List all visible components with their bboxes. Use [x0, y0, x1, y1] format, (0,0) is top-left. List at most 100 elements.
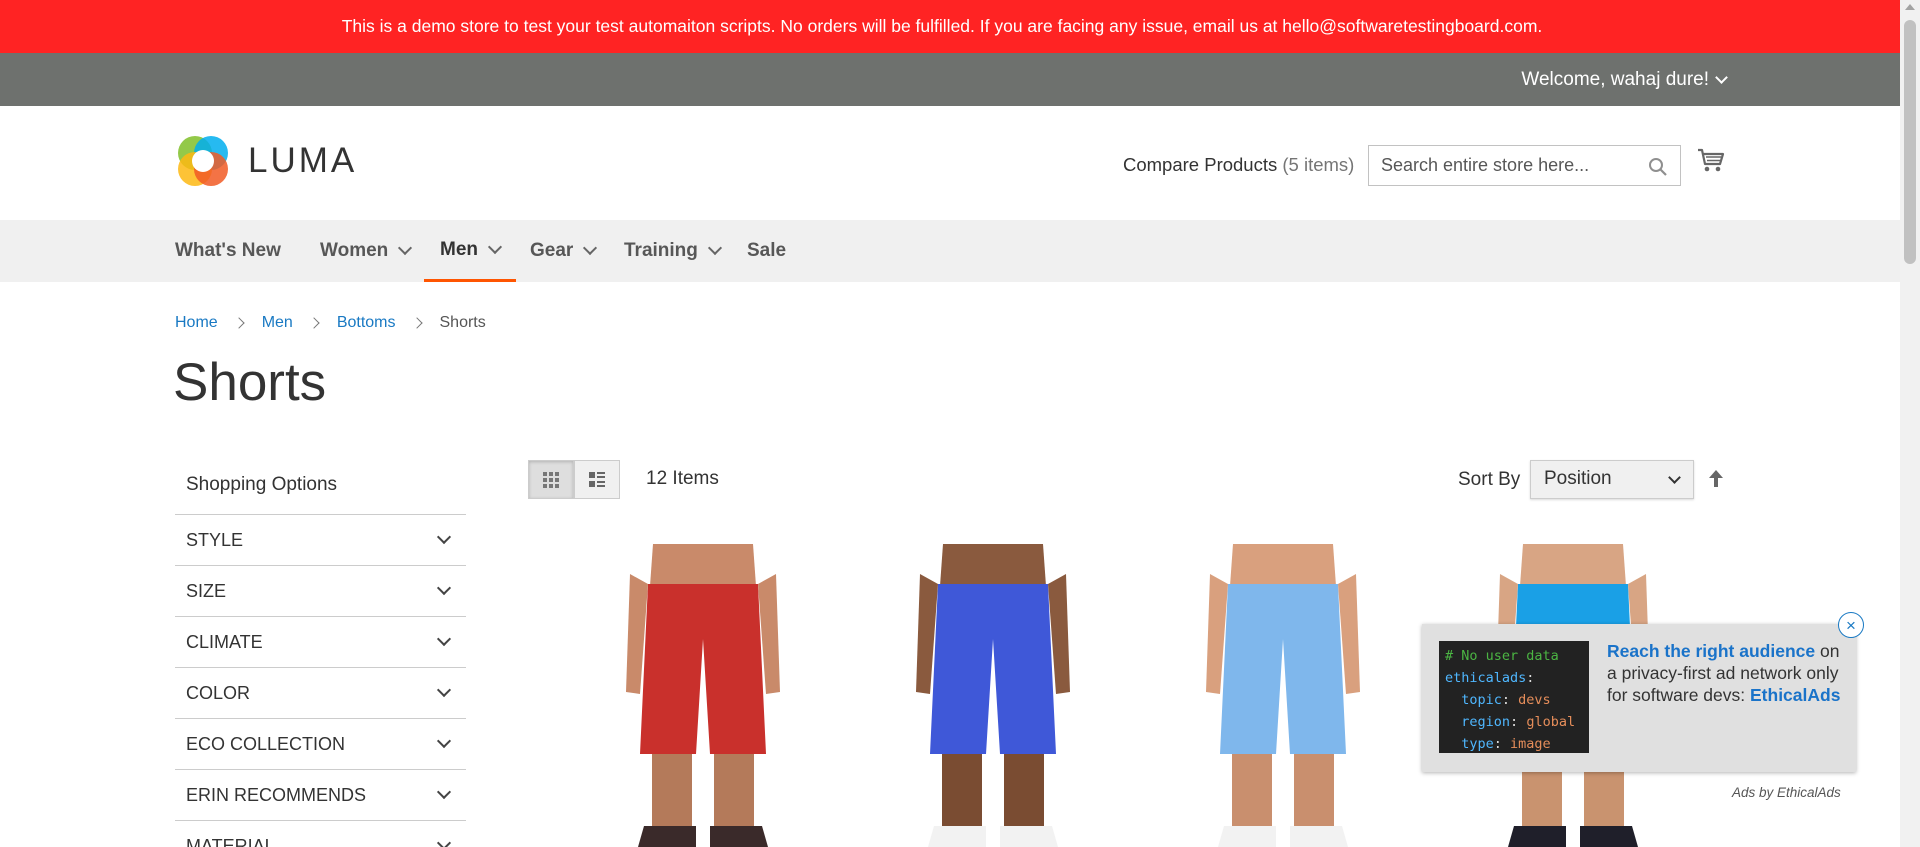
product-image[interactable] — [578, 544, 828, 847]
ethicalads-banner: # No user data ethicalads: topic: devs r… — [1422, 612, 1864, 772]
product-item[interactable] — [1158, 544, 1408, 847]
nav-item-label: Gear — [530, 240, 574, 261]
luma-logo-icon — [178, 136, 228, 186]
ad-brand-link[interactable]: EthicalAds — [1750, 685, 1840, 705]
torso — [650, 544, 756, 586]
welcome-menu[interactable]: Welcome, wahaj dure! — [1521, 68, 1728, 91]
ads-by-ethicalads-link[interactable]: Ads by EthicalAds — [1732, 785, 1841, 800]
demo-notice-text: This is a demo store to test your test a… — [341, 16, 1543, 36]
filter-erin-recommends[interactable]: ERIN RECOMMENDS — [175, 770, 466, 821]
header-panel: Welcome, wahaj dure! — [0, 53, 1920, 106]
ad-headline-link[interactable]: Reach the right audience — [1607, 641, 1815, 661]
breadcrumb: Home Men Bottoms Shorts — [175, 314, 486, 332]
filter-size[interactable]: SIZE — [175, 566, 466, 617]
welcome-text: Welcome, wahaj dure! — [1521, 68, 1709, 90]
page-title: Shorts — [173, 353, 327, 412]
filter-eco-collection[interactable]: ECO COLLECTION — [175, 719, 466, 770]
logo-link[interactable]: LUMA — [175, 133, 357, 189]
ad-on: on — [1815, 641, 1840, 661]
cart-icon — [1698, 148, 1725, 172]
breadcrumb-men[interactable]: Men — [262, 314, 293, 332]
compare-count: (5 items) — [1282, 154, 1355, 175]
filter-label: SIZE — [186, 580, 227, 601]
sort-direction-icon[interactable] — [1708, 469, 1724, 489]
chevron-down-icon — [1668, 471, 1681, 484]
search-icon[interactable] — [1648, 157, 1668, 177]
sort-by-select[interactable]: Position — [1530, 460, 1694, 499]
filter-label: ECO COLLECTION — [186, 733, 346, 754]
nav-item-label: Women — [320, 240, 389, 261]
nav-item-label: Sale — [747, 240, 787, 261]
product-item[interactable] — [868, 544, 1118, 847]
nav-item-label: Training — [624, 240, 698, 261]
ad-code-value: global — [1526, 714, 1576, 730]
search-box — [1368, 145, 1681, 186]
nav-item-training[interactable]: Training — [624, 220, 722, 282]
nav-item-whats-new[interactable]: What's New — [175, 220, 281, 282]
filter-label: ERIN RECOMMENDS — [186, 784, 367, 805]
filter-color[interactable]: COLOR — [175, 668, 466, 719]
product-image[interactable] — [1158, 544, 1408, 847]
ad-image[interactable]: # No user data ethicalads: topic: devs r… — [1439, 641, 1589, 753]
sort-by-label: Sort By — [1458, 469, 1521, 490]
filter-label: CLIMATE — [186, 631, 263, 652]
nav-item-men[interactable]: Men — [424, 220, 516, 282]
compare-products-link[interactable]: Compare Products (5 items) — [1123, 154, 1354, 176]
minicart-button[interactable] — [1697, 147, 1725, 180]
demo-notice-bar: This is a demo store to test your test a… — [0, 0, 1920, 53]
chevron-down-icon — [436, 784, 452, 800]
shoe — [1508, 826, 1566, 847]
shopping-options-sidebar: Shopping Options STYLE SIZE CLIMATE COLO… — [175, 455, 466, 847]
shorts — [1220, 584, 1346, 754]
chevron-right-icon — [308, 317, 320, 329]
shopping-options-title: Shopping Options — [175, 455, 466, 515]
shoe — [928, 826, 986, 847]
page-scrollbar[interactable] — [1900, 0, 1920, 847]
scrollbar-thumb[interactable] — [1904, 20, 1916, 264]
ad-code-comment: # No user data — [1445, 648, 1559, 664]
chevron-right-icon — [233, 317, 245, 329]
chevron-down-icon — [436, 529, 452, 545]
breadcrumb-bottoms[interactable]: Bottoms — [337, 314, 396, 332]
filter-material[interactable]: MATERIAL — [175, 821, 466, 847]
ad-text: Reach the right audience on a privacy-fi… — [1607, 640, 1842, 706]
close-icon: × — [1846, 615, 1856, 635]
product-item[interactable] — [578, 544, 828, 847]
chevron-right-icon — [410, 317, 423, 329]
chevron-down-icon — [436, 682, 452, 698]
chevron-down-icon — [583, 240, 598, 256]
grid-view-button[interactable] — [528, 460, 574, 499]
compare-label: Compare Products — [1123, 154, 1278, 175]
nav-item-gear[interactable]: Gear — [530, 220, 598, 282]
shorts — [930, 584, 1056, 754]
nav-item-label: Men — [440, 238, 478, 260]
ad-code-key: topic — [1461, 692, 1502, 708]
chevron-down-icon — [398, 240, 413, 256]
filter-label: STYLE — [186, 529, 244, 550]
grid-icon — [543, 471, 559, 488]
nav-item-women[interactable]: Women — [320, 220, 413, 282]
chevron-down-icon — [436, 835, 452, 847]
shoe — [1290, 826, 1348, 847]
breadcrumb-home[interactable]: Home — [175, 314, 218, 332]
main-navigation: What's New Women Men Gear Training Sale — [0, 220, 1900, 282]
close-ad-button[interactable]: × — [1838, 612, 1864, 638]
filter-style[interactable]: STYLE — [175, 515, 466, 566]
breadcrumb-current: Shorts — [439, 314, 486, 331]
search-input[interactable] — [1369, 146, 1680, 185]
products-toolbar: 12 Items Sort By Position — [528, 460, 1728, 500]
scroll-up-arrow-icon[interactable] — [1905, 4, 1915, 10]
items-count: 12 Items — [646, 468, 719, 489]
chevron-down-icon — [487, 239, 503, 254]
nav-item-sale[interactable]: Sale — [747, 220, 786, 282]
filter-label: COLOR — [186, 682, 251, 703]
shoe — [1580, 826, 1638, 847]
ad-code-key: type — [1461, 736, 1494, 752]
sort-by-value: Position — [1544, 468, 1612, 489]
filter-climate[interactable]: CLIMATE — [175, 617, 466, 668]
chevron-down-icon — [436, 631, 452, 647]
ad-code-value: image — [1510, 736, 1551, 752]
shorts — [640, 584, 766, 754]
list-view-button[interactable] — [574, 460, 620, 499]
product-image[interactable] — [868, 544, 1118, 847]
